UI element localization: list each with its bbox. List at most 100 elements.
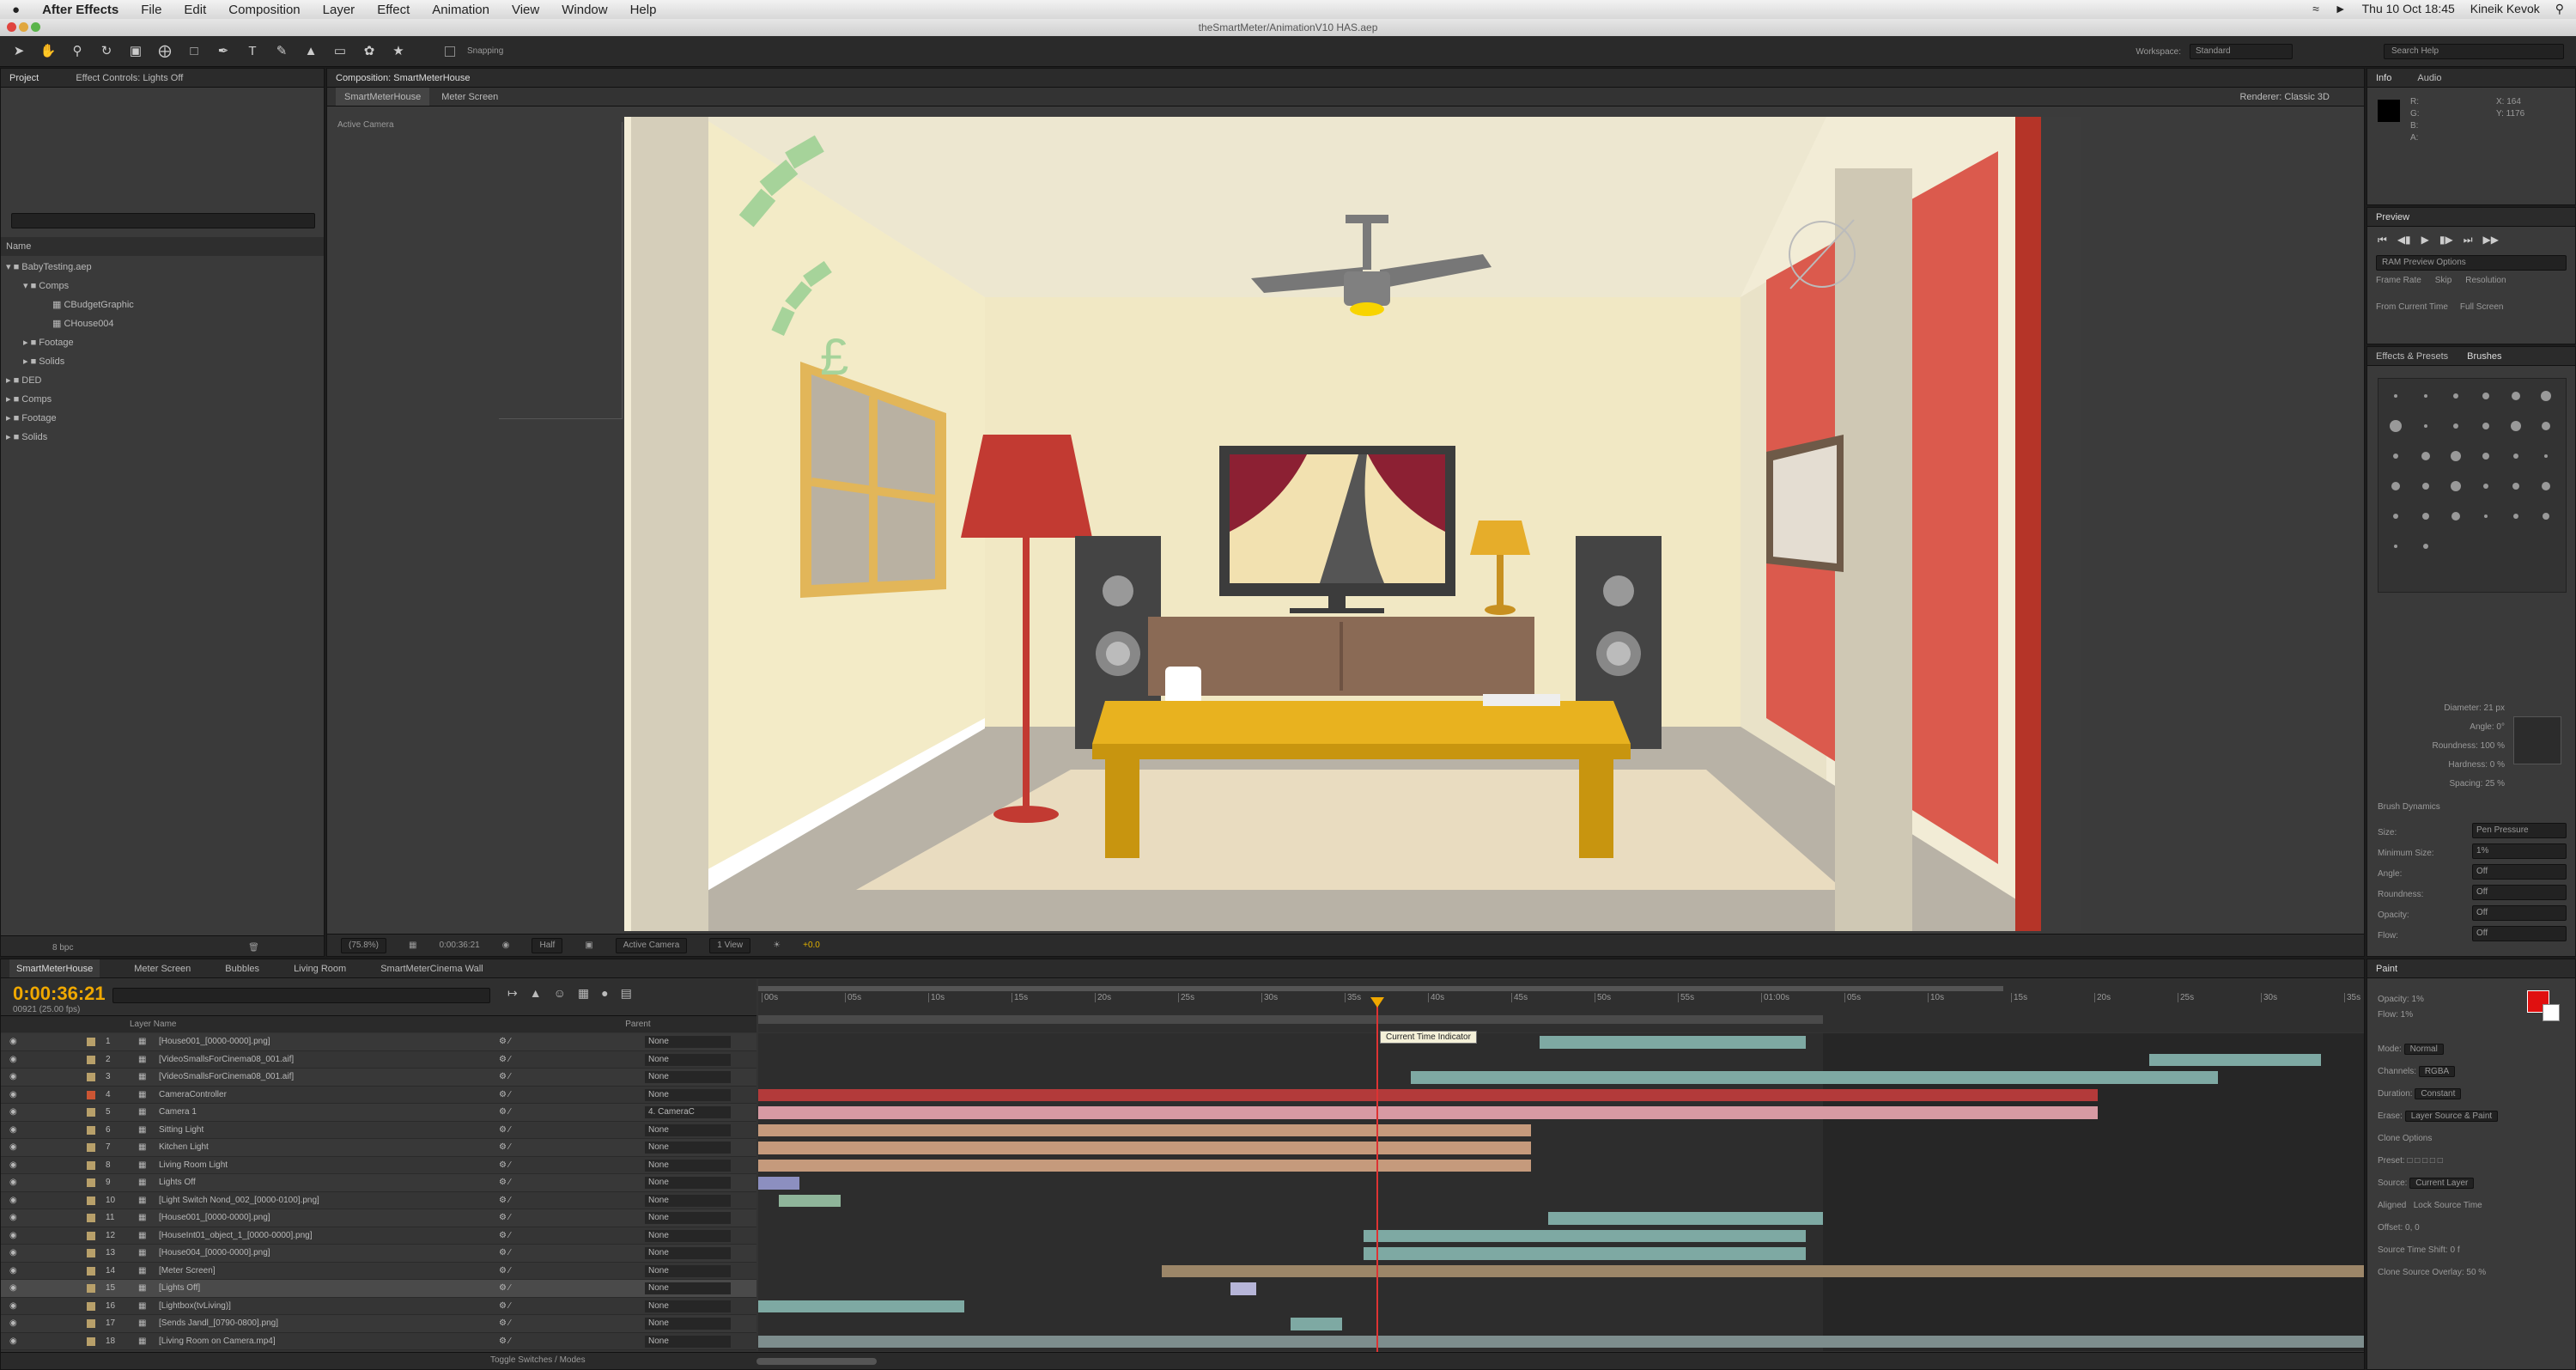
label-color-icon[interactable] <box>87 1266 95 1276</box>
lock-source-checkbox[interactable]: Lock Source Time <box>2414 1201 2482 1210</box>
rectangle-tool-icon[interactable]: □ <box>185 43 203 60</box>
label-color-icon[interactable] <box>87 1090 95 1099</box>
draft-3d-icon[interactable]: ▲ <box>530 986 542 1001</box>
table-row[interactable]: ◉ 17 ▦ [Sends Jandl_[0790-0800].png] ⚙ ∕ None <box>1 1315 756 1333</box>
layer-duration-bar[interactable] <box>1291 1318 1342 1330</box>
next-frame-icon[interactable]: ▮▶ <box>2439 234 2453 247</box>
label-color-icon[interactable] <box>87 1214 95 1222</box>
menu-edit[interactable]: Edit <box>184 3 206 17</box>
zoom-slider[interactable] <box>756 1358 877 1365</box>
table-row[interactable]: ◉ 5 ▦ Camera 1 ⚙ ∕ 4. CameraC <box>1 1104 756 1122</box>
menu-view[interactable]: View <box>512 3 539 17</box>
visibility-eye-icon[interactable]: ◉ <box>9 1298 17 1315</box>
timeline-tab-living-room[interactable]: Living Room <box>294 959 346 977</box>
layer-duration-bar[interactable] <box>758 1177 799 1190</box>
brush-tool-icon[interactable]: ✎ <box>273 43 290 60</box>
from-current-time-checkbox[interactable]: From Current Time <box>2376 302 2448 312</box>
tab-audio[interactable]: Audio <box>2417 73 2441 83</box>
table-row[interactable]: ◉ 13 ▦ [House004_[0000-0000].png] ⚙ ∕ None <box>1 1245 756 1263</box>
layer-duration-bar[interactable] <box>758 1300 964 1312</box>
brush-tip-grid[interactable] <box>2378 378 2567 593</box>
menu-window[interactable]: Window <box>562 3 607 17</box>
visibility-eye-icon[interactable]: ◉ <box>9 1280 17 1297</box>
rotate-tool-icon[interactable]: ↻ <box>98 43 115 60</box>
layer-parent-dropdown[interactable]: None <box>645 1335 731 1348</box>
tab-composition[interactable]: Composition: SmartMeterHouse <box>336 73 471 83</box>
shy-icon[interactable]: ☺ <box>554 986 566 1001</box>
table-row[interactable]: ◉ 7 ▦ Kitchen Light ⚙ ∕ None <box>1 1139 756 1157</box>
layer-name[interactable]: [HouseInt01_object_1_[0000-0000].png] <box>159 1227 312 1245</box>
clone-offset[interactable]: Offset: 0, 0 <box>2378 1217 2567 1239</box>
visibility-eye-icon[interactable]: ◉ <box>9 1245 17 1262</box>
subtab-smartmeterhouse[interactable]: SmartMeterHouse <box>336 88 430 106</box>
layer-duration-bar[interactable] <box>1540 1036 1806 1049</box>
layer-switches[interactable]: ⚙ ∕ <box>499 1069 510 1086</box>
layer-parent-dropdown[interactable]: None <box>645 1123 731 1136</box>
layer-parent-dropdown[interactable]: None <box>645 1300 731 1312</box>
table-row[interactable]: ◉ 3 ▦ [VideoSmallsForCinema08_001.aif] ⚙ ∕ No… <box>1 1069 756 1087</box>
label-color-icon[interactable] <box>87 1284 95 1293</box>
label-color-icon[interactable] <box>87 1337 95 1346</box>
label-color-icon[interactable] <box>87 1196 95 1205</box>
layer-duration-bar[interactable] <box>1364 1247 1806 1260</box>
table-row[interactable]: ◉ 4 ▦ CameraController ⚙ ∕ None <box>1 1086 756 1104</box>
table-row[interactable]: ◉ 14 ▦ [Meter Screen] ⚙ ∕ None <box>1 1262 756 1280</box>
zoom-tool-icon[interactable]: ⚲ <box>69 43 86 60</box>
layer-switches[interactable]: ⚙ ∕ <box>499 1051 510 1069</box>
work-area[interactable] <box>758 1015 1823 1024</box>
label-color-icon[interactable] <box>87 1108 95 1117</box>
visibility-eye-icon[interactable]: ◉ <box>9 1087 17 1104</box>
layer-duration-bar[interactable] <box>1505 1071 2218 1084</box>
timeline-timecode[interactable]: 0:00:36:21 <box>13 983 106 1005</box>
tab-effects-presets[interactable]: Effects & Presets <box>2376 351 2448 362</box>
visibility-eye-icon[interactable]: ◉ <box>9 1122 17 1139</box>
region-icon[interactable]: ▣ <box>585 941 592 950</box>
visibility-eye-icon[interactable]: ◉ <box>9 1227 17 1245</box>
layer-switches[interactable]: ⚙ ∕ <box>499 1263 510 1280</box>
layer-name[interactable]: [Living Room on Camera.mp4] <box>159 1333 276 1350</box>
layer-duration-bar[interactable] <box>758 1088 2098 1101</box>
camera-tool-icon[interactable]: ▣ <box>127 43 144 60</box>
layer-switches[interactable]: ⚙ ∕ <box>499 1174 510 1191</box>
workspace-dropdown[interactable]: Standard <box>2190 44 2293 59</box>
layer-duration-bar[interactable] <box>1364 1229 1806 1242</box>
list-item[interactable]: ▸ ■ Solids <box>1 428 324 447</box>
spotlight-icon[interactable]: ⚲ <box>2555 2 2564 16</box>
exposure-value[interactable]: +0.0 <box>803 941 820 950</box>
background-color-swatch[interactable] <box>2543 1004 2560 1021</box>
label-color-icon[interactable] <box>87 1055 95 1064</box>
aligned-checkbox[interactable]: Aligned <box>2378 1201 2406 1210</box>
visibility-eye-icon[interactable]: ◉ <box>9 1263 17 1280</box>
eraser-tool-icon[interactable]: ▭ <box>331 43 349 60</box>
table-row[interactable]: ◉ 16 ▦ [Lightbox(tvLiving)] ⚙ ∕ None <box>1 1297 756 1315</box>
menu-app[interactable]: After Effects <box>42 3 118 17</box>
tab-paint[interactable]: Paint <box>2367 959 2575 978</box>
visibility-eye-icon[interactable]: ◉ <box>9 1174 17 1191</box>
tab-info[interactable]: Info <box>2376 73 2391 83</box>
layer-parent-dropdown[interactable]: None <box>645 1177 731 1189</box>
label-color-icon[interactable] <box>87 1301 95 1311</box>
layer-name[interactable]: Camera 1 <box>159 1104 197 1121</box>
menu-composition[interactable]: Composition <box>228 3 300 17</box>
clone-source-overlay[interactable]: Clone Source Overlay: 50 % <box>2378 1262 2567 1284</box>
list-item[interactable]: ▸ ■ Solids <box>1 352 324 371</box>
layer-name[interactable]: [VideoSmallsForCinema08_001.aif] <box>159 1069 294 1086</box>
clone-source-time[interactable]: Source Time Shift: 0 f <box>2378 1239 2567 1262</box>
list-item[interactable]: ▸ ■ Footage <box>1 409 324 428</box>
clock[interactable]: Thu 10 Oct 18:45 <box>2362 2 2455 16</box>
list-item[interactable]: ▦ CHouse004 <box>1 314 324 333</box>
hand-tool-icon[interactable]: ✋ <box>39 43 57 60</box>
layer-name[interactable]: [Sends Jandl_[0790-0800].png] <box>159 1315 278 1332</box>
layer-name[interactable]: [Light Switch Nond_002_[0000-0100].png] <box>159 1192 319 1209</box>
layer-parent-dropdown[interactable]: None <box>645 1212 731 1224</box>
full-screen-checkbox[interactable]: Full Screen <box>2460 302 2504 312</box>
clone-stamp-tool-icon[interactable]: ▲ <box>302 43 319 60</box>
layer-name[interactable]: [Meter Screen] <box>159 1263 216 1280</box>
snapshot-icon[interactable]: ◉ <box>502 941 510 950</box>
timeline-tab-smartmeterhouse[interactable]: SmartMeterHouse <box>9 959 100 977</box>
work-area-bar[interactable] <box>758 986 2003 991</box>
project-search-input[interactable] <box>11 213 315 228</box>
menu-animation[interactable]: Animation <box>432 3 489 17</box>
layer-duration-bar[interactable] <box>758 1106 2098 1119</box>
puppet-tool-icon[interactable]: ★ <box>390 43 407 60</box>
